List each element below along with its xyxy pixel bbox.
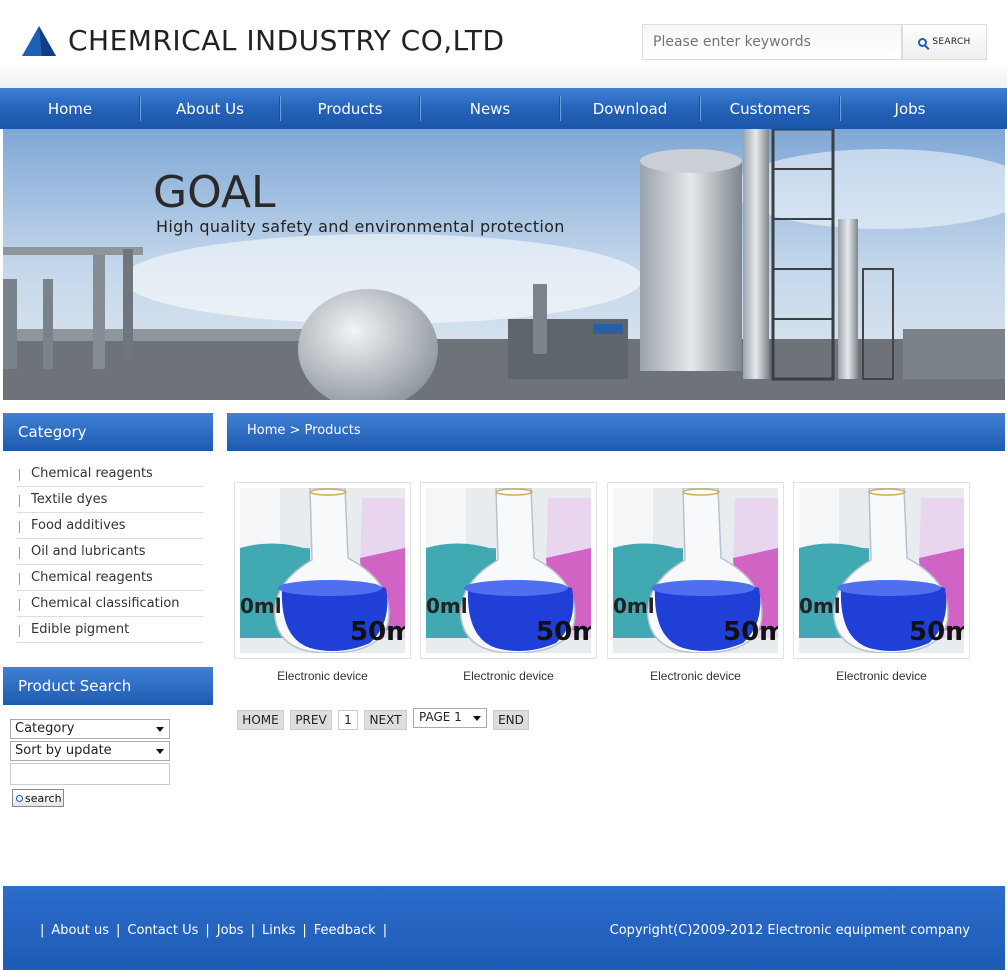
svg-text:50m: 50m xyxy=(723,617,778,647)
banner-subtitle: High quality safety and environmental pr… xyxy=(156,217,565,236)
svg-text:50m: 50m xyxy=(536,617,591,647)
nav-jobs[interactable]: Jobs xyxy=(840,88,980,129)
copyright-text: Copyright(C)2009-2012 Electronic equipme… xyxy=(609,923,970,938)
footer-divider: | xyxy=(302,923,307,938)
product-label[interactable]: Electronic device xyxy=(607,669,784,683)
lab-flask-image[interactable]: 50m 0ml xyxy=(799,488,964,653)
category-item[interactable]: Food additives xyxy=(17,513,203,539)
header-search-label: SEARCH xyxy=(932,37,971,47)
footer-links: | About us | Contact Us | Jobs | Links |… xyxy=(33,923,394,938)
site-footer: | About us | Contact Us | Jobs | Links |… xyxy=(3,886,1005,970)
footer-link-contact[interactable]: Contact Us xyxy=(127,923,198,938)
product-card[interactable]: 50m 0ml xyxy=(420,482,597,659)
product-card[interactable]: 50m 0ml xyxy=(793,482,970,659)
svg-text:0ml: 0ml xyxy=(613,594,655,618)
category-header: Category xyxy=(3,413,213,451)
header-search-button[interactable]: SEARCH xyxy=(902,24,987,60)
banner-title: GOAL xyxy=(153,167,276,218)
footer-link-links[interactable]: Links xyxy=(262,923,295,938)
footer-divider: | xyxy=(205,923,210,938)
hero-banner: GOAL High quality safety and environment… xyxy=(3,129,1005,400)
lab-flask-image[interactable]: 50m 0ml xyxy=(426,488,591,653)
svg-text:50m: 50m xyxy=(350,617,405,647)
category-select[interactable]: Category xyxy=(10,719,170,739)
product-search-input[interactable] xyxy=(10,763,170,785)
pager-prev-button[interactable]: PREV xyxy=(290,710,332,730)
lab-flask-image[interactable]: 50m 0ml xyxy=(613,488,778,653)
nav-products[interactable]: Products xyxy=(280,88,420,129)
nav-download[interactable]: Download xyxy=(560,88,700,129)
product-search-header: Product Search xyxy=(3,667,213,705)
company-name: CHEMRICAL INDUSTRY CO,LTD xyxy=(68,24,505,57)
nav-filler xyxy=(980,88,1007,129)
keyword-search-input[interactable] xyxy=(642,24,902,60)
category-item[interactable]: Chemical reagents xyxy=(17,565,203,591)
footer-divider: | xyxy=(250,923,255,938)
product-label[interactable]: Electronic device xyxy=(234,669,411,683)
search-icon xyxy=(16,794,23,802)
product-card[interactable]: 50m 0ml xyxy=(607,482,784,659)
category-list: Chemical reagents Textile dyes Food addi… xyxy=(17,461,203,643)
pager-home-button[interactable]: HOME xyxy=(237,710,284,730)
nav-home[interactable]: Home xyxy=(0,88,140,129)
footer-divider: | xyxy=(40,923,45,938)
product-label[interactable]: Electronic device xyxy=(420,669,597,683)
category-item[interactable]: Edible pigment xyxy=(17,617,203,643)
product-search-button-label: search xyxy=(25,791,62,805)
main-nav: Home About Us Products News Download Cus… xyxy=(0,88,1007,129)
svg-text:0ml: 0ml xyxy=(426,594,468,618)
sort-select[interactable]: Sort by update xyxy=(10,741,170,761)
svg-text:0ml: 0ml xyxy=(240,594,282,618)
product-label[interactable]: Electronic device xyxy=(793,669,970,683)
footer-divider: | xyxy=(115,923,121,938)
nav-about-us[interactable]: About Us xyxy=(140,88,280,129)
svg-text:0ml: 0ml xyxy=(799,594,841,618)
category-item[interactable]: Textile dyes xyxy=(17,487,203,513)
footer-link-about[interactable]: About us xyxy=(51,923,109,938)
product-card[interactable]: 50m 0ml xyxy=(234,482,411,659)
category-item[interactable]: Chemical classification xyxy=(17,591,203,617)
product-search-button[interactable]: search xyxy=(12,789,64,807)
footer-link-jobs[interactable]: Jobs xyxy=(217,923,244,938)
logo-triangle-icon xyxy=(22,26,56,56)
footer-link-feedback[interactable]: Feedback xyxy=(314,923,376,938)
category-item[interactable]: Oil and lubricants xyxy=(17,539,203,565)
footer-divider: | xyxy=(382,923,388,938)
nav-customers[interactable]: Customers xyxy=(700,88,840,129)
pager-page-1[interactable]: 1 xyxy=(338,710,358,730)
search-icon xyxy=(918,37,928,47)
breadcrumb: Home > Products xyxy=(227,413,1005,451)
pager-end-button[interactable]: END xyxy=(493,710,529,730)
lab-flask-image[interactable]: 50m 0ml xyxy=(240,488,405,653)
svg-text:50m: 50m xyxy=(909,617,964,647)
site-header: CHEMRICAL INDUSTRY CO,LTD SEARCH xyxy=(0,0,1007,88)
category-item[interactable]: Chemical reagents xyxy=(17,461,203,487)
page-select[interactable]: PAGE 1 xyxy=(413,708,487,728)
pager-next-button[interactable]: NEXT xyxy=(364,710,407,730)
nav-news[interactable]: News xyxy=(420,88,560,129)
